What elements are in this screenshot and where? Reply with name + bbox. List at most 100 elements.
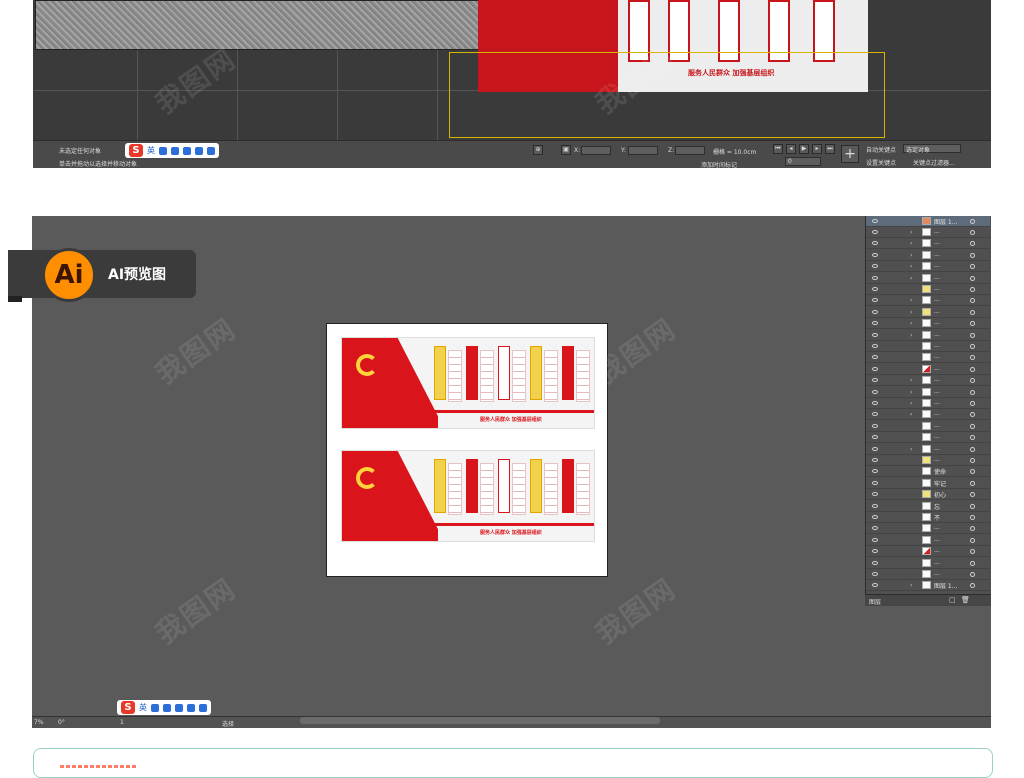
layer-row[interactable]: ... [866, 455, 990, 466]
skin-icon[interactable] [187, 703, 195, 712]
layer-row-top[interactable]: 图层 1... [866, 216, 990, 227]
goto-end-icon[interactable]: ⏭ [825, 144, 835, 154]
target-icon[interactable] [970, 378, 975, 384]
expand-arrow-icon[interactable]: › [910, 275, 912, 282]
artboard[interactable]: 服务人民群众 加强基层组织 服务人民群众 加强基层组织 [326, 323, 608, 577]
layer-row[interactable]: ›... [866, 387, 990, 398]
target-icon[interactable] [970, 560, 975, 566]
ime-mode[interactable]: 英 [139, 702, 147, 713]
lock-icon[interactable]: ⊕ [533, 145, 543, 155]
target-icon[interactable] [970, 469, 975, 475]
layer-row[interactable]: ›... [866, 444, 990, 455]
layer-row[interactable]: ›... [866, 398, 990, 409]
expand-arrow-icon[interactable]: › [910, 411, 912, 418]
visibility-eye-icon[interactable] [872, 275, 878, 280]
target-icon[interactable] [970, 492, 975, 498]
next-frame-icon[interactable]: ▸ [812, 144, 822, 154]
target-icon[interactable] [970, 366, 975, 372]
visibility-eye-icon[interactable] [872, 332, 878, 337]
new-layer-icon[interactable]: ▢ [949, 596, 956, 604]
expand-arrow-icon[interactable]: › [910, 582, 912, 589]
punctuation-icon[interactable] [159, 146, 167, 155]
trash-icon[interactable]: 🗑 [961, 596, 970, 604]
target-icon[interactable] [970, 241, 975, 247]
target-icon[interactable] [970, 515, 975, 520]
ime-mode[interactable]: 英 [147, 145, 155, 156]
layer-row[interactable]: ... [866, 558, 990, 569]
expand-arrow-icon[interactable]: › [910, 332, 912, 339]
play-icon[interactable]: ▶ [799, 144, 809, 154]
keyboard-icon[interactable] [175, 703, 183, 712]
layer-row[interactable]: ›... [866, 295, 990, 307]
layer-row[interactable]: ... [866, 284, 990, 295]
key-filter-button[interactable]: 关键点过滤器... [913, 158, 955, 167]
layer-row[interactable]: ... [866, 432, 990, 444]
skin-icon[interactable] [195, 146, 203, 155]
target-icon[interactable] [970, 309, 975, 315]
punctuation-icon[interactable] [151, 703, 159, 712]
sogou-icon[interactable]: S [121, 701, 135, 714]
visibility-eye-icon[interactable] [872, 252, 878, 257]
visibility-eye-icon[interactable] [872, 423, 878, 428]
visibility-eye-icon[interactable] [872, 298, 878, 303]
visibility-eye-icon[interactable] [872, 264, 878, 269]
layer-row[interactable]: 初心 [866, 489, 990, 501]
prev-frame-icon[interactable]: ◂ [786, 144, 796, 154]
layer-row[interactable]: ›... [866, 273, 990, 284]
target-icon[interactable] [970, 344, 975, 349]
visibility-eye-icon[interactable] [872, 515, 878, 519]
visibility-eye-icon[interactable] [872, 344, 878, 348]
zoom-field[interactable]: 7% [34, 719, 44, 726]
ime-toolbar-2[interactable]: S 英 [117, 700, 211, 715]
target-icon[interactable] [970, 480, 975, 486]
toolbox-icon[interactable] [199, 703, 207, 712]
expand-arrow-icon[interactable]: › [910, 297, 912, 304]
target-icon[interactable] [970, 401, 975, 406]
target-icon[interactable] [970, 503, 975, 509]
target-icon[interactable] [970, 549, 975, 555]
visibility-eye-icon[interactable] [872, 287, 878, 291]
visibility-eye-icon[interactable] [872, 219, 878, 223]
layer-row[interactable]: ›... [866, 318, 990, 330]
auto-key-button[interactable]: 自动关键点 [866, 145, 896, 154]
layer-row[interactable]: ... [866, 546, 990, 558]
x-field[interactable] [581, 146, 611, 155]
target-icon[interactable] [970, 298, 975, 304]
visibility-eye-icon[interactable] [872, 480, 878, 485]
goto-start-icon[interactable]: ⏮ [773, 144, 783, 154]
visibility-eye-icon[interactable] [872, 435, 878, 440]
visibility-eye-icon[interactable] [872, 401, 878, 405]
expand-arrow-icon[interactable]: › [910, 400, 912, 407]
expand-arrow-icon[interactable]: › [910, 240, 912, 247]
layer-row[interactable]: ... [866, 421, 990, 432]
target-icon[interactable] [970, 423, 975, 429]
target-icon[interactable] [970, 252, 975, 258]
target-icon[interactable] [970, 275, 975, 281]
layer-row[interactable]: ›... [866, 375, 990, 387]
layer-row[interactable]: ›... [866, 227, 990, 238]
visibility-eye-icon[interactable] [872, 355, 878, 360]
expand-arrow-icon[interactable]: › [910, 320, 912, 327]
visibility-eye-icon[interactable] [872, 378, 878, 383]
visibility-eye-icon[interactable] [872, 549, 878, 554]
expand-arrow-icon[interactable]: › [910, 389, 912, 396]
visibility-eye-icon[interactable] [872, 583, 878, 588]
visibility-eye-icon[interactable] [872, 230, 878, 234]
target-icon[interactable] [970, 287, 975, 292]
visibility-eye-icon[interactable] [872, 537, 878, 542]
target-icon[interactable] [970, 264, 975, 270]
set-key-button[interactable]: 设置关键点 [866, 158, 896, 167]
visibility-eye-icon[interactable] [872, 526, 878, 531]
expand-arrow-icon[interactable]: › [910, 263, 912, 270]
page-field[interactable]: 1 [120, 719, 124, 726]
expand-arrow-icon[interactable]: › [910, 377, 912, 384]
visibility-eye-icon[interactable] [872, 241, 878, 246]
target-icon[interactable] [970, 219, 975, 224]
visibility-eye-icon[interactable] [872, 458, 878, 462]
z-field[interactable] [675, 146, 705, 155]
target-icon[interactable] [970, 537, 975, 543]
layer-row[interactable]: ... [866, 364, 990, 375]
visibility-eye-icon[interactable] [872, 503, 878, 508]
keyboard-icon[interactable] [183, 146, 191, 155]
layer-row[interactable]: ›... [866, 261, 990, 273]
